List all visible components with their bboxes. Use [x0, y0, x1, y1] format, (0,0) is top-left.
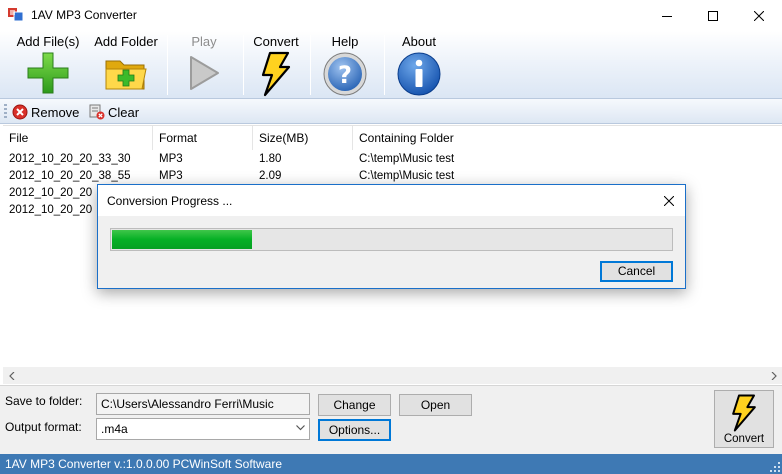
- convert-button-label: Convert: [723, 433, 765, 445]
- dialog-title: Conversion Progress ...: [107, 194, 233, 208]
- info-icon: [397, 52, 441, 96]
- cell-size: 2.09: [259, 170, 282, 182]
- play-icon: [190, 56, 219, 90]
- cell-folder: C:\temp\Music test: [359, 153, 455, 165]
- progress-fill: [112, 230, 252, 249]
- play-button[interactable]: Play: [172, 31, 236, 99]
- open-button[interactable]: Open: [399, 394, 472, 416]
- remove-button[interactable]: Remove: [12, 103, 79, 121]
- conversion-progress-dialog: Conversion Progress ... Cancel: [97, 184, 686, 289]
- minimize-icon: [662, 15, 672, 17]
- column-header-format[interactable]: Format: [153, 126, 253, 150]
- convert-button[interactable]: Convert: [714, 390, 774, 448]
- play-label: Play: [191, 34, 217, 49]
- add-files-label: Add File(s): [16, 34, 80, 49]
- table-row[interactable]: 2012_10_20_20_33_30 MP3 1.80 C:\temp\Mus…: [3, 151, 782, 168]
- minimize-button[interactable]: [644, 0, 690, 31]
- cell-format: MP3: [159, 153, 183, 165]
- toolbar-grip[interactable]: [4, 104, 7, 119]
- cancel-button[interactable]: Cancel: [600, 261, 673, 282]
- output-settings-panel: Save to folder: C:\Users\Alessandro Ferr…: [0, 385, 782, 454]
- maximize-icon: [708, 10, 718, 21]
- change-button[interactable]: Change: [318, 394, 391, 416]
- close-icon: [754, 10, 764, 21]
- dialog-title-bar: Conversion Progress ...: [98, 185, 685, 216]
- status-text: 1AV MP3 Converter v.:1.0.0.00 PCWinSoft …: [5, 457, 283, 471]
- toolbar-separator: [310, 35, 311, 95]
- column-header-file[interactable]: File: [3, 126, 153, 150]
- cell-file: 2012_10_20_20_33_30: [9, 153, 131, 165]
- table-row[interactable]: 2012_10_20_20_38_55 MP3 2.09 C:\temp\Mus…: [3, 168, 782, 185]
- question-icon: ?: [323, 52, 367, 96]
- add-folder-button[interactable]: Add Folder: [88, 31, 164, 99]
- options-button[interactable]: Options...: [318, 419, 391, 441]
- chevron-down-icon: [296, 425, 305, 431]
- main-toolbar: Add File(s) Add Folder Play Convert Help: [0, 31, 782, 99]
- scroll-left-button[interactable]: [3, 367, 20, 384]
- dialog-body: Cancel: [98, 216, 685, 288]
- convert-toolbar-button[interactable]: Convert: [246, 31, 306, 99]
- toolbar-separator: [167, 35, 168, 95]
- lightning-icon: [261, 51, 291, 97]
- output-format-select[interactable]: .m4a: [96, 418, 310, 440]
- chevron-right-icon: [771, 371, 777, 380]
- plus-icon: [27, 52, 69, 94]
- resize-grip-icon[interactable]: [770, 462, 780, 472]
- column-header-folder[interactable]: Containing Folder: [353, 126, 503, 150]
- window-title: 1AV MP3 Converter: [31, 8, 137, 22]
- folder-add-icon: [105, 60, 147, 90]
- about-label: About: [402, 34, 436, 49]
- help-label: Help: [331, 34, 359, 49]
- output-format-label: Output format:: [5, 420, 82, 434]
- chevron-left-icon: [8, 371, 14, 380]
- toolbar-separator: [384, 35, 385, 95]
- status-bar: 1AV MP3 Converter v.:1.0.0.00 PCWinSoft …: [0, 454, 782, 474]
- cell-file: 2012_10_20_20_38_55: [9, 170, 131, 182]
- toolbar-separator: [243, 35, 244, 95]
- save-to-folder-field[interactable]: C:\Users\Alessandro Ferri\Music: [96, 393, 310, 415]
- remove-label: Remove: [31, 104, 80, 120]
- cell-size: 1.80: [259, 153, 282, 165]
- cell-format: MP3: [159, 170, 183, 182]
- svg-text:?: ?: [338, 61, 352, 89]
- add-files-button[interactable]: Add File(s): [10, 31, 86, 99]
- title-bar: 1AV MP3 Converter: [0, 0, 782, 31]
- list-toolbar: Remove Clear: [0, 99, 782, 124]
- horizontal-scrollbar[interactable]: [3, 367, 782, 384]
- remove-icon: [12, 104, 28, 120]
- conversion-progress-bar: [110, 228, 673, 251]
- clear-button[interactable]: Clear: [89, 103, 139, 121]
- scroll-right-button[interactable]: [765, 367, 782, 384]
- convert-toolbar-label: Convert: [253, 34, 299, 49]
- cell-folder: C:\temp\Music test: [359, 170, 455, 182]
- lightning-icon: [732, 394, 756, 432]
- about-button[interactable]: About: [390, 31, 448, 99]
- dialog-close-button[interactable]: [659, 191, 679, 211]
- close-icon: [664, 196, 674, 206]
- list-header: File Format Size(MB) Containing Folder: [3, 126, 782, 150]
- app-icon: [8, 8, 24, 22]
- maximize-button[interactable]: [690, 0, 736, 31]
- clear-label: Clear: [108, 104, 140, 120]
- column-header-size[interactable]: Size(MB): [253, 126, 353, 150]
- clear-list-icon: [89, 104, 105, 120]
- output-format-value: .m4a: [101, 422, 128, 436]
- close-button[interactable]: [736, 0, 782, 31]
- save-to-folder-label: Save to folder:: [5, 394, 83, 408]
- help-button[interactable]: Help ?: [316, 31, 374, 99]
- add-folder-label: Add Folder: [94, 34, 158, 49]
